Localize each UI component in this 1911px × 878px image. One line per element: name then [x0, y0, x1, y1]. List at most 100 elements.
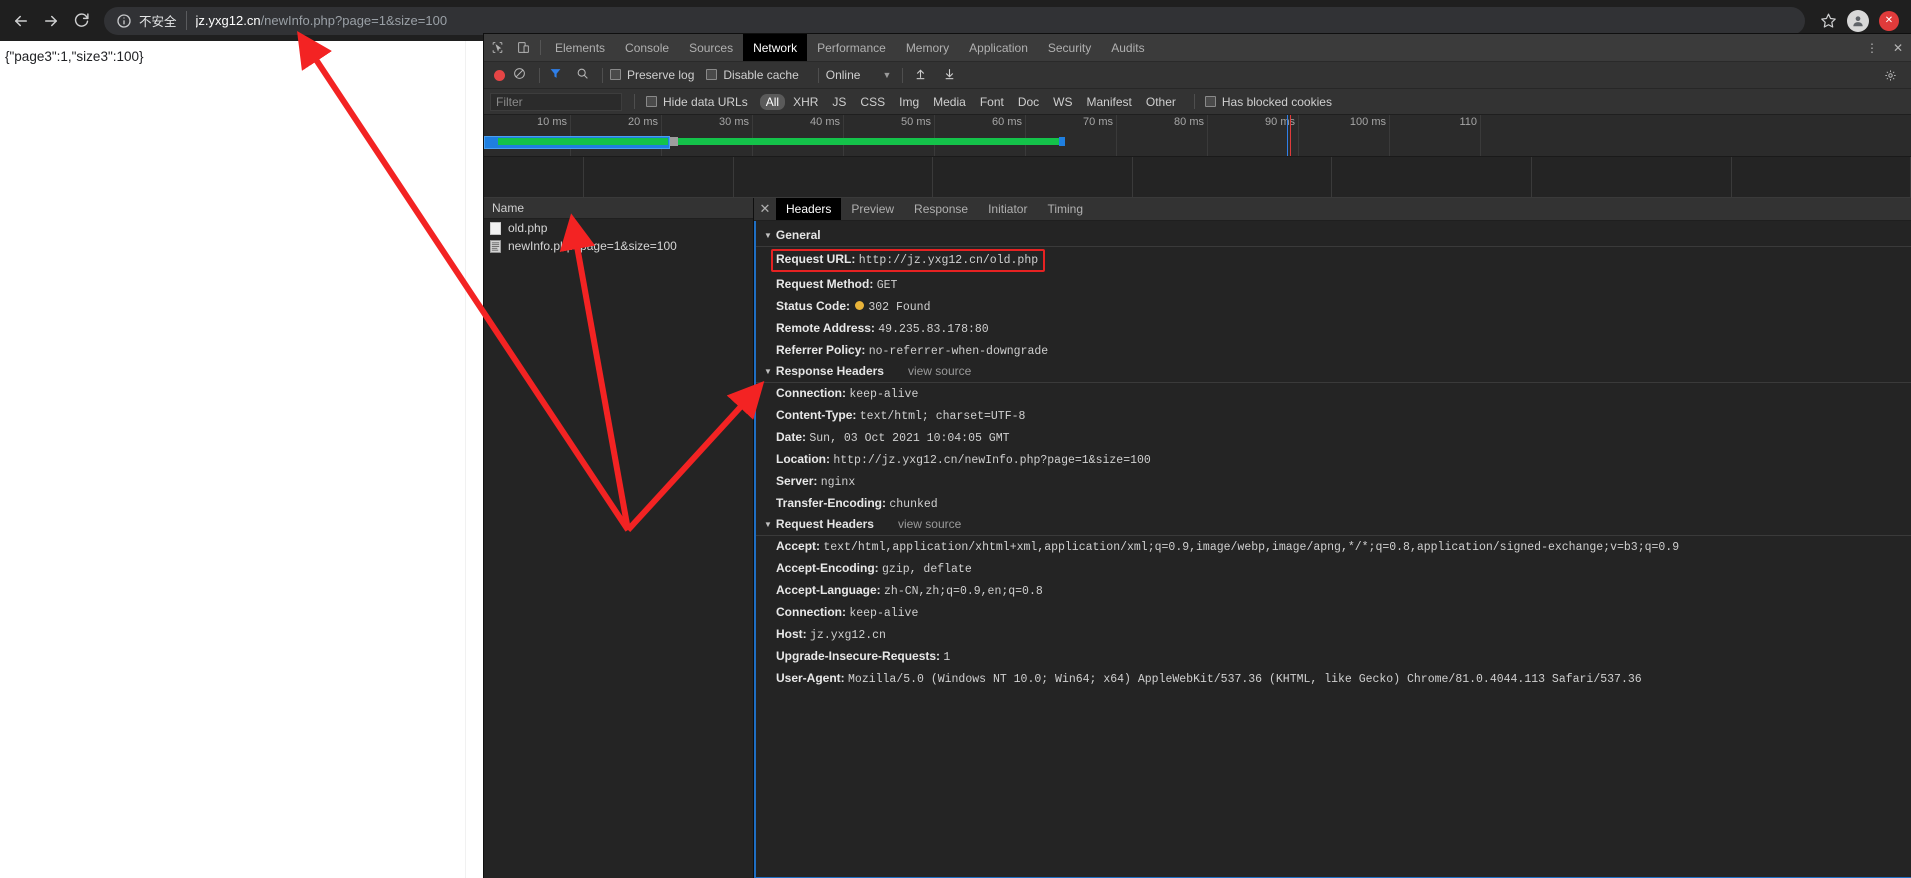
type-filter-doc[interactable]: Doc — [1012, 94, 1045, 110]
address-bar[interactable]: 不安全 jz.yxg12.cn/newInfo.php?page=1&size=… — [104, 6, 1805, 35]
close-icon[interactable]: ✕ — [754, 198, 776, 220]
tab-console[interactable]: Console — [615, 34, 679, 61]
header-key: Referrer Policy: — [776, 343, 866, 357]
page-scrollbar[interactable] — [465, 41, 480, 878]
page-json-text: {"page3":1,"size3":100} — [5, 49, 144, 64]
export-har-icon[interactable] — [943, 67, 956, 83]
type-filter-js[interactable]: JS — [826, 94, 852, 110]
divider — [902, 67, 904, 83]
status-indicator-dot — [855, 301, 865, 310]
header-value: text/html,application/xhtml+xml,applicat… — [823, 541, 1680, 554]
header-value: Sun, 03 Oct 2021 10:04:05 GMT — [809, 432, 1010, 445]
profile-avatar-icon[interactable] — [1843, 6, 1873, 36]
header-row: Server: nginx — [756, 471, 1911, 493]
forward-arrow-icon[interactable] — [36, 6, 66, 36]
timeline-band-gap — [670, 137, 678, 146]
detail-tab-initiator[interactable]: Initiator — [978, 198, 1037, 220]
inspect-element-icon[interactable] — [484, 34, 510, 61]
request-row[interactable]: newInfo.php?page=1&size=100 — [484, 237, 753, 255]
devtools-close-icon[interactable]: ✕ — [1885, 41, 1911, 55]
timeline-tick-label: 10 ms — [537, 116, 567, 128]
window-close-icon[interactable]: ✕ — [1879, 10, 1899, 31]
bookmark-star-icon[interactable] — [1813, 6, 1843, 36]
type-filter-img[interactable]: Img — [893, 94, 925, 110]
type-filter-media[interactable]: Media — [927, 94, 972, 110]
tab-label: Console — [625, 40, 670, 55]
detail-tab-preview[interactable]: Preview — [841, 198, 904, 220]
type-filter-ws[interactable]: WS — [1047, 94, 1078, 110]
info-circle-icon[interactable] — [116, 13, 132, 29]
header-key: Location: — [776, 452, 830, 466]
devtools-tab-list: Elements Console Sources Network Performance… — [545, 34, 1155, 61]
request-row-name: newInfo.php?page=1&size=100 — [508, 239, 677, 253]
type-filter-css[interactable]: CSS — [854, 94, 891, 110]
tab-label: Elements — [555, 40, 606, 55]
tab-memory[interactable]: Memory — [896, 34, 959, 61]
tab-application[interactable]: Application — [959, 34, 1038, 61]
timeline-tick-label: 50 ms — [901, 116, 931, 128]
header-key: Connection: — [776, 386, 846, 400]
url-text: jz.yxg12.cn/newInfo.php?page=1&size=100 — [196, 13, 448, 28]
checkbox-box — [610, 69, 621, 80]
timeline-tick-label: 30 ms — [719, 116, 749, 128]
reload-icon[interactable] — [66, 6, 96, 36]
headers-section-title[interactable]: ▼ Request Headers view source — [756, 515, 1911, 536]
tab-audits[interactable]: Audits — [1101, 34, 1154, 61]
timeline-band-load-2 — [678, 138, 1063, 145]
headers-section-title[interactable]: ▼ General — [756, 226, 1911, 247]
hide-data-urls-checkbox[interactable]: Hide data URLs — [646, 95, 748, 109]
headers-section-title[interactable]: ▼ Response Headers view source — [756, 362, 1911, 383]
detail-tab-timing[interactable]: Timing — [1037, 198, 1093, 220]
type-filter-xhr[interactable]: XHR — [787, 94, 824, 110]
type-filter-manifest[interactable]: Manifest — [1081, 94, 1138, 110]
request-row[interactable]: old.php — [484, 219, 753, 237]
import-har-icon[interactable] — [914, 67, 927, 83]
header-row: Referrer Policy: no-referrer-when-downgr… — [756, 340, 1911, 362]
tab-sources[interactable]: Sources — [679, 34, 743, 61]
throttling-select[interactable]: Online ▼ — [826, 68, 892, 82]
clear-icon[interactable] — [513, 67, 526, 83]
timeline-tick-label: 20 ms — [628, 116, 658, 128]
header-value: jz.yxg12.cn — [810, 629, 886, 642]
gear-icon[interactable] — [1877, 69, 1903, 82]
header-value: chunked — [889, 498, 938, 511]
timeline-tick-label: 60 ms — [992, 116, 1022, 128]
view-source-link[interactable]: view source — [908, 364, 971, 378]
type-filter-other[interactable]: Other — [1140, 94, 1182, 110]
timeline-tick-label: 70 ms — [1083, 116, 1113, 128]
detail-tab-list: Headers Preview Response Initiator Timing — [776, 198, 1093, 220]
tab-security[interactable]: Security — [1038, 34, 1101, 61]
device-toolbar-icon[interactable] — [510, 34, 536, 61]
tab-label: Audits — [1111, 40, 1145, 55]
tab-elements[interactable]: Elements — [545, 34, 615, 61]
detail-tab-response[interactable]: Response — [904, 198, 978, 220]
preserve-log-label: Preserve log — [627, 68, 695, 82]
preserve-log-checkbox[interactable]: Preserve log — [610, 68, 694, 82]
record-button-icon[interactable] — [494, 69, 505, 81]
timeline-marker-red — [1290, 115, 1291, 156]
devtools-panel: Elements Console Sources Network Performance… — [483, 33, 1911, 878]
filter-funnel-icon[interactable] — [549, 67, 562, 83]
header-value: keep-alive — [849, 607, 919, 620]
filter-input[interactable] — [490, 92, 622, 111]
browser-window: 不安全 jz.yxg12.cn/newInfo.php?page=1&size=… — [0, 0, 1911, 878]
more-vertical-icon[interactable]: ⋮ — [1859, 41, 1885, 55]
tab-performance[interactable]: Performance — [807, 34, 896, 61]
type-filter-all[interactable]: All — [759, 93, 786, 110]
tab-network[interactable]: Network — [743, 34, 808, 61]
has-blocked-cookies-checkbox[interactable]: Has blocked cookies — [1204, 95, 1332, 109]
timeline-tick-label: 40 ms — [810, 116, 840, 128]
type-filter-font[interactable]: Font — [974, 94, 1010, 110]
search-icon[interactable] — [576, 67, 589, 83]
view-source-link[interactable]: view source — [898, 517, 961, 531]
network-overview-timeline[interactable]: 10 ms 20 ms 30 ms 40 ms 50 ms 60 ms 70 ms 80 ms… — [484, 115, 1911, 157]
checkbox-box — [1204, 95, 1216, 107]
back-arrow-icon[interactable] — [6, 6, 36, 36]
header-value: GET — [876, 279, 898, 292]
network-filter-bar: Hide data URLs AllXHRJSCSSImgMediaFontDo… — [484, 89, 1911, 115]
headers-content: ▼ General Request URL: http://jz.yxg12.cn/… — [754, 221, 1911, 877]
detail-tab-headers[interactable]: Headers — [776, 198, 842, 220]
disable-cache-checkbox[interactable]: Disable cache — [706, 68, 799, 82]
header-key: Status Code: — [776, 299, 851, 313]
timeline-tick-label: 80 ms — [1174, 116, 1204, 128]
